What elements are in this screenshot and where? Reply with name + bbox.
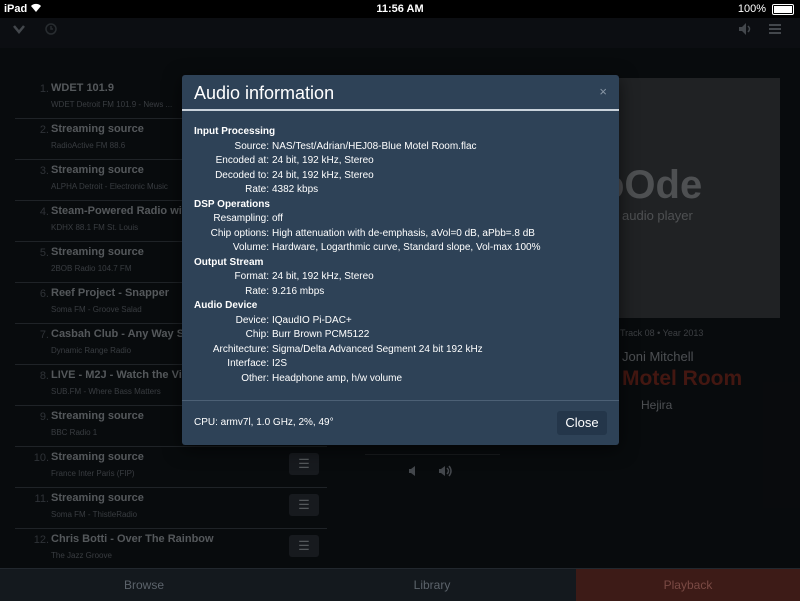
tab-playback[interactable]: Playback xyxy=(576,568,800,601)
info-label: Rate: xyxy=(245,285,269,297)
info-value: Sigma/Delta Advanced Segment 24 bit 192 … xyxy=(272,343,483,355)
ios-status-bar: iPad 11:56 AM 100% xyxy=(0,0,800,18)
info-value: I2S xyxy=(272,358,288,369)
tab-browse[interactable]: Browse xyxy=(0,568,288,601)
info-label: Rate: xyxy=(245,184,269,195)
info-value: Hardware, Logarthmic curve, Standard slo… xyxy=(272,242,541,253)
info-value: NAS/Test/Adrian/HEJ08-Blue Motel Room.fl… xyxy=(272,140,477,152)
clock: 11:56 AM xyxy=(376,3,424,15)
info-label: Decoded to: xyxy=(215,169,269,181)
bottom-tab-bar: Browse Library Playback xyxy=(0,568,800,601)
info-row: Device: IQaudIO Pi-DAC+ xyxy=(194,314,609,329)
section-title-input-processing: Input Processing xyxy=(194,126,276,137)
info-value: High attenuation with de-emphasis, aVol=… xyxy=(272,227,535,239)
info-value: IQaudIO Pi-DAC+ xyxy=(272,314,352,326)
cpu-info: CPU: armv7l, 1.0 GHz, 2%, 49° xyxy=(194,417,334,428)
close-button[interactable]: Close xyxy=(557,411,607,435)
info-value: 9.216 mbps xyxy=(272,285,325,297)
info-value: Burr Brown PCM5122 xyxy=(272,329,370,340)
info-row: Volume: Hardware, Logarthmic curve, Stand… xyxy=(194,241,609,256)
info-value: 24 bit, 192 kHz, Stereo xyxy=(272,155,374,166)
info-row: Source: NAS/Test/Adrian/HEJ08-Blue Motel … xyxy=(194,140,609,155)
audio-info-dialog: Audio information × Input Processing Sou… xyxy=(182,75,619,445)
info-row: Resampling: off xyxy=(194,212,609,227)
info-value: 4382 kbps xyxy=(272,184,319,195)
info-row: Chip options: High attenuation with de-em… xyxy=(194,227,609,242)
dialog-header: Audio information × xyxy=(182,75,619,111)
info-row: Decoded to: 24 bit, 192 kHz, Stereo xyxy=(194,169,609,184)
info-row: Chip: Burr Brown PCM5122 xyxy=(194,328,609,343)
info-row: Architecture: Sigma/Delta Advanced Segmen… xyxy=(194,343,609,358)
dialog-title: Audio information xyxy=(194,83,335,103)
info-label: Architecture: xyxy=(212,343,269,355)
info-label: Resampling: xyxy=(213,213,269,224)
info-value: Headphone amp, h/w volume xyxy=(272,372,403,384)
info-value: off xyxy=(272,213,283,224)
info-value: 24 bit, 192 kHz, Stereo xyxy=(272,169,374,181)
info-label: Device: xyxy=(235,314,269,326)
info-row: Encoded at: 24 bit, 192 kHz, Stereo xyxy=(194,154,609,169)
info-value: 24 bit, 192 kHz, Stereo xyxy=(272,271,374,282)
section-title-dsp-operations: DSP Operations xyxy=(194,198,270,210)
info-label: Volume: xyxy=(232,242,269,253)
battery-percent: 100% xyxy=(737,3,766,15)
info-row: Rate: 9.216 mbps xyxy=(194,285,609,300)
info-row: Format: 24 bit, 192 kHz, Stereo xyxy=(194,270,609,285)
section-title-audio-device: Audio Device xyxy=(194,300,258,311)
info-row: Rate: 4382 kbps xyxy=(194,183,609,198)
dialog-footer: CPU: armv7l, 1.0 GHz, 2%, 49° Close xyxy=(182,400,619,446)
section-title-output-stream: Output Stream xyxy=(194,256,264,268)
info-label: Interface: xyxy=(227,358,269,369)
battery-icon xyxy=(772,3,794,15)
info-label: Source: xyxy=(234,140,269,152)
dialog-body: Input Processing Source: NAS/Test/Adrian/… xyxy=(194,125,609,386)
info-label: Other: xyxy=(241,372,269,384)
info-label: Encoded at: xyxy=(215,155,269,166)
close-icon[interactable]: × xyxy=(599,84,607,99)
info-row: Interface: I2S xyxy=(194,357,609,372)
info-label: Format: xyxy=(234,271,269,282)
tab-library[interactable]: Library xyxy=(288,568,576,601)
info-label: Chip options: xyxy=(210,227,269,239)
info-label: Chip: xyxy=(245,329,269,340)
info-row: Other: Headphone amp, h/w volume xyxy=(194,372,609,387)
